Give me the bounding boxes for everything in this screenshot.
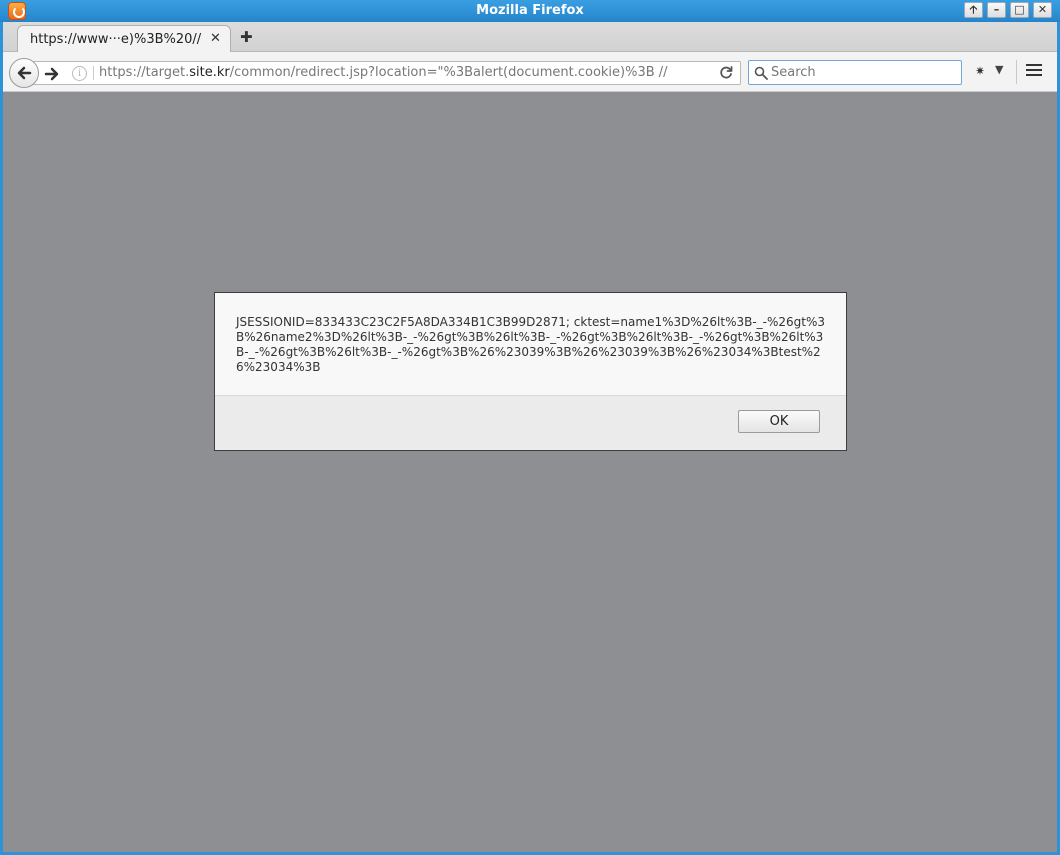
toolbar-separator — [1016, 60, 1017, 84]
search-bar[interactable] — [748, 60, 962, 85]
ok-button[interactable]: OK — [738, 410, 820, 433]
url-separator — [93, 66, 94, 80]
tab-title: https://www···e)%3B%20// — [30, 32, 202, 47]
addon-icon[interactable]: ✷ — [975, 64, 985, 78]
site-info-icon[interactable]: i — [72, 66, 87, 81]
navigation-toolbar: i https://target.site.kr/common/redirect… — [3, 52, 1057, 92]
page-content: JSESSIONID=833433C23C2F5A8DA334B1C3B99D2… — [3, 92, 1057, 852]
tab-active[interactable]: https://www···e)%3B%20// ✕ — [17, 25, 231, 53]
window-up-button[interactable]: 🡡 — [964, 2, 983, 18]
window-minimize-button[interactable]: – — [987, 2, 1006, 18]
addon-dropdown-icon[interactable]: ▼ — [995, 63, 1003, 76]
search-icon[interactable] — [754, 66, 768, 80]
window-maximize-button[interactable]: □ — [1010, 2, 1029, 18]
browser-window: Mozilla Firefox 🡡 – □ ✕ https://www···e)… — [0, 0, 1060, 855]
alert-dialog: JSESSIONID=833433C23C2F5A8DA334B1C3B99D2… — [214, 292, 847, 451]
tab-strip: https://www···e)%3B%20// ✕ ✚ — [3, 22, 1057, 53]
new-tab-icon[interactable]: ✚ — [240, 28, 253, 46]
forward-arrow-icon[interactable] — [44, 66, 60, 82]
hamburger-menu-icon[interactable] — [1026, 64, 1042, 79]
window-title: Mozilla Firefox — [476, 3, 584, 18]
title-bar: Mozilla Firefox 🡡 – □ ✕ — [0, 0, 1060, 22]
window-close-button[interactable]: ✕ — [1033, 2, 1052, 18]
reload-icon[interactable] — [718, 65, 734, 81]
browser-chrome: https://www···e)%3B%20// ✕ ✚ i https://t… — [3, 22, 1057, 92]
alert-footer: OK — [215, 395, 846, 450]
url-host: site.kr — [189, 65, 230, 80]
back-arrow-icon — [17, 66, 32, 80]
back-button[interactable] — [9, 58, 39, 88]
url-text[interactable]: https://target.site.kr/common/redirect.j… — [99, 65, 668, 80]
alert-message: JSESSIONID=833433C23C2F5A8DA334B1C3B99D2… — [236, 315, 826, 374]
url-bar[interactable]: i https://target.site.kr/common/redirect… — [29, 61, 741, 85]
search-input[interactable] — [771, 63, 956, 81]
url-path: /common/redirect.jsp?location="%3Balert(… — [229, 65, 668, 80]
tab-close-icon[interactable]: ✕ — [210, 31, 221, 46]
url-prefix: https://target. — [99, 65, 190, 80]
